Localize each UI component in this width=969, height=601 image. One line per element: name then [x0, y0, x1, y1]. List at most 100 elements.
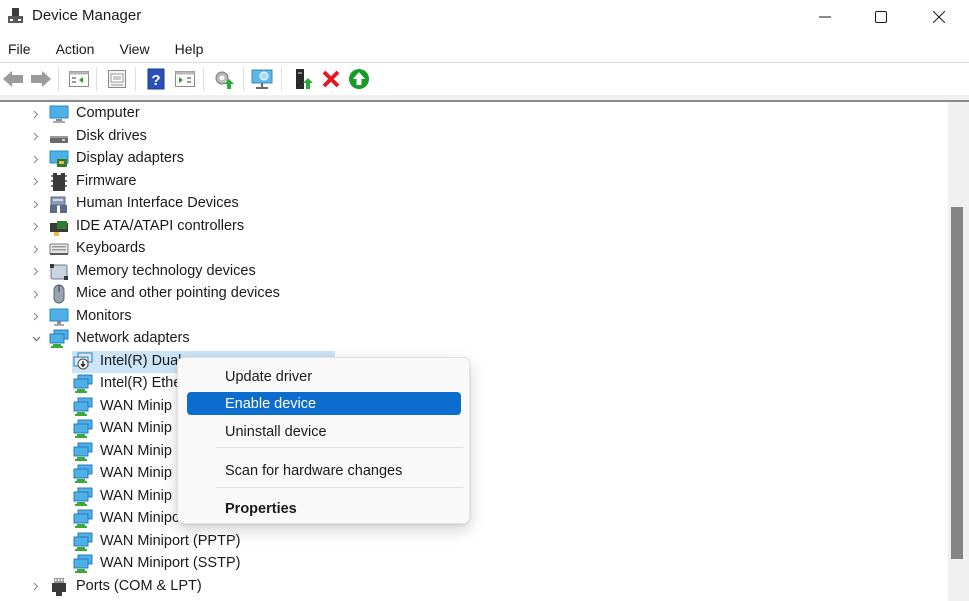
- menu-action[interactable]: Action: [56, 38, 95, 62]
- scan-monitor-icon: [251, 69, 273, 89]
- tree-category[interactable]: Keyboards: [0, 238, 940, 260]
- tree-category[interactable]: Display adapters: [0, 148, 940, 170]
- tree-category[interactable]: Firmware: [0, 171, 940, 193]
- forward-button[interactable]: [29, 67, 53, 91]
- keyboard-icon: [49, 243, 69, 255]
- tree-device[interactable]: WAN Minip: [0, 418, 940, 440]
- tree-device[interactable]: Intel(R) Dual: [0, 351, 940, 373]
- add-legacy-hardware-icon: [296, 69, 313, 89]
- chevron-right-icon[interactable]: [31, 576, 41, 598]
- vertical-scrollbar[interactable]: [948, 102, 969, 601]
- console-tree-button[interactable]: [67, 67, 91, 91]
- chevron-right-icon[interactable]: [31, 283, 41, 305]
- minimize-button[interactable]: [796, 0, 854, 34]
- properties-button[interactable]: [105, 67, 129, 91]
- maximize-button[interactable]: [852, 0, 910, 34]
- menu-item-enable-device[interactable]: Enable device: [187, 392, 461, 415]
- close-icon: [933, 11, 945, 23]
- menu-item-scan-hardware[interactable]: Scan for hardware changes: [187, 459, 461, 482]
- action-pane-button[interactable]: [173, 67, 197, 91]
- menu-view[interactable]: View: [119, 38, 149, 62]
- tree-device[interactable]: WAN Minip: [0, 486, 940, 508]
- tree-item-label: WAN Minip: [100, 465, 172, 481]
- scrollbar-thumb[interactable]: [951, 207, 963, 559]
- tree-device[interactable]: WAN Miniport (SSTP): [0, 553, 940, 575]
- device-manager-app-icon: [8, 8, 23, 23]
- chevron-right-icon[interactable]: [31, 238, 41, 260]
- green-up-arrow-icon: [349, 69, 369, 89]
- tree-item-label: WAN Miniport (SSTP): [100, 555, 241, 571]
- ide-controller-icon: [50, 220, 68, 236]
- uninstall-device-button[interactable]: [319, 67, 343, 91]
- tree-item-label: Display adapters: [76, 150, 184, 166]
- svg-text:?: ?: [151, 72, 160, 89]
- toolbar-separator: [281, 67, 282, 91]
- back-button[interactable]: [1, 67, 25, 91]
- tree-device[interactable]: WAN Minipo: [0, 508, 940, 530]
- tree-category[interactable]: Disk drives: [0, 126, 940, 148]
- network-adapter-icon: [73, 397, 93, 416]
- network-adapter-icon: [73, 419, 93, 438]
- tree-category[interactable]: Network adapters: [0, 328, 940, 350]
- menu-item-uninstall-device[interactable]: Uninstall device: [187, 420, 461, 443]
- add-legacy-hardware-button[interactable]: [291, 67, 315, 91]
- help-button[interactable]: ?: [144, 67, 168, 91]
- arrow-left-icon: [3, 71, 23, 87]
- chevron-right-icon[interactable]: [31, 306, 41, 328]
- toolbar-separator: [203, 67, 204, 91]
- toolbar: ?: [0, 63, 969, 95]
- help-icon: ?: [147, 68, 165, 90]
- menu-separator: [216, 447, 463, 448]
- menu-help[interactable]: Help: [175, 38, 204, 62]
- menu-item-properties[interactable]: Properties: [187, 497, 461, 520]
- tree-device[interactable]: WAN Miniport (PPTP): [0, 531, 940, 553]
- arrow-right-icon: [31, 71, 51, 87]
- tree-item-label: Intel(R) Dual: [100, 352, 182, 369]
- tree-item-label: Disk drives: [76, 127, 147, 144]
- tree-device[interactable]: Intel(R) Ethe: [0, 373, 940, 395]
- chevron-right-icon[interactable]: [31, 171, 41, 193]
- tree-category[interactable]: IDE ATA/ATAPI controllers: [0, 216, 940, 238]
- red-x-icon: [322, 70, 340, 88]
- chevron-down-icon[interactable]: [31, 328, 41, 350]
- tree-device[interactable]: WAN Minip: [0, 463, 940, 485]
- enable-device-button[interactable]: [347, 67, 371, 91]
- menu-item-update-driver[interactable]: Update driver: [187, 365, 461, 388]
- port-icon: [52, 577, 66, 596]
- properties-sheet-icon: [108, 70, 126, 88]
- menu-file[interactable]: File: [8, 38, 31, 62]
- tree-category[interactable]: Memory technology devices: [0, 261, 940, 283]
- toolbar-separator: [58, 67, 59, 91]
- tree-category[interactable]: Monitors: [0, 306, 940, 328]
- tree-item-label: Keyboards: [76, 240, 146, 256]
- tree-item-label: Memory technology devices: [76, 262, 256, 279]
- computer-icon: [49, 105, 69, 123]
- toolbar-separator: [135, 67, 136, 91]
- chevron-right-icon[interactable]: [31, 261, 41, 283]
- tree-category[interactable]: Ports (COM & LPT): [0, 576, 940, 598]
- chevron-right-icon[interactable]: [31, 103, 41, 125]
- tree-item-label: Computer: [76, 105, 140, 121]
- tree-category[interactable]: Human Interface Devices: [0, 193, 940, 215]
- tree-device[interactable]: WAN Minip: [0, 396, 940, 418]
- chevron-right-icon[interactable]: [31, 148, 41, 170]
- disk-drive-icon: [50, 135, 68, 143]
- chevron-right-icon[interactable]: [31, 126, 41, 148]
- window-title: Device Manager: [32, 7, 142, 24]
- menu-separator: [216, 487, 463, 488]
- chevron-right-icon[interactable]: [31, 193, 41, 215]
- tree-item-label: WAN Minip: [100, 420, 172, 436]
- title-bar: Device Manager: [0, 0, 969, 34]
- memory-device-icon: [50, 263, 68, 280]
- tree-category[interactable]: Mice and other pointing devices: [0, 283, 940, 305]
- network-adapter-icon: [73, 442, 93, 461]
- chevron-right-icon[interactable]: [31, 216, 41, 238]
- action-pane-icon: [175, 71, 195, 87]
- tree-item-label: WAN Minipo: [100, 510, 181, 526]
- tree-item-label: Intel(R) Ethe: [100, 375, 182, 391]
- close-button[interactable]: [910, 0, 968, 34]
- tree-device[interactable]: WAN Minip: [0, 441, 940, 463]
- scan-hardware-button[interactable]: [251, 67, 275, 91]
- update-driver-button[interactable]: [212, 67, 236, 91]
- tree-category[interactable]: Computer: [0, 103, 940, 125]
